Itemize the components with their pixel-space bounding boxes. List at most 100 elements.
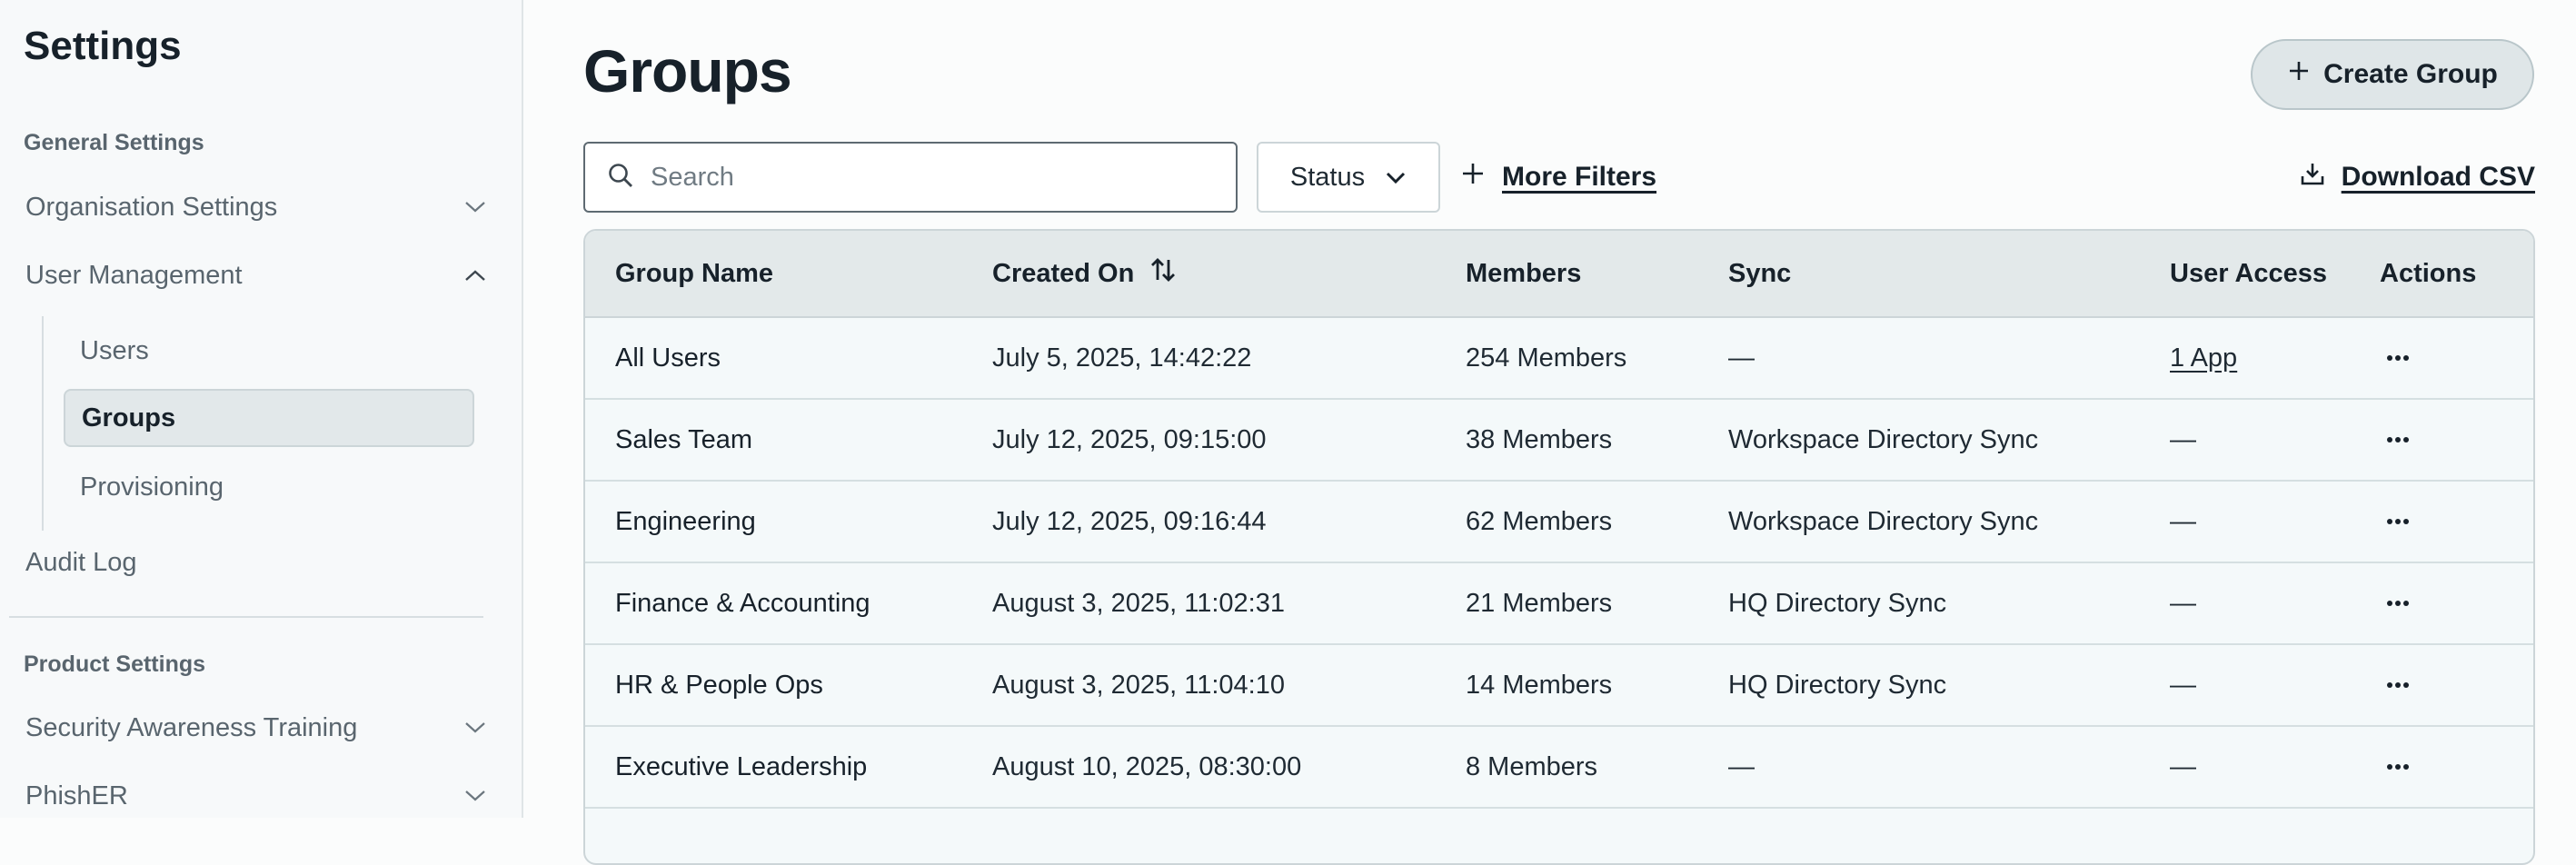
groups-table: Group Name Created On Members Sync User …: [583, 229, 2535, 865]
created-on: July 12, 2025, 09:15:00: [992, 424, 1267, 454]
sidebar-item-audit-log[interactable]: Audit Log: [25, 539, 489, 586]
table-row[interactable]: Engineering July 12, 2025, 09:16:44 62 M…: [585, 482, 2533, 563]
sidebar-item-groups[interactable]: Groups: [64, 389, 474, 447]
member-count: 21 Members: [1466, 588, 1613, 618]
member-count: 14 Members: [1466, 670, 1613, 700]
sidebar-item-label: Security Awareness Training: [25, 712, 358, 742]
column-header-members: Members: [1466, 258, 1582, 288]
table-row[interactable]: Sales Team July 12, 2025, 09:15:00 38 Me…: [585, 400, 2533, 482]
column-header-label: Created On: [992, 258, 1135, 288]
more-options-icon[interactable]: [2380, 503, 2416, 540]
download-csv-label: Download CSV: [2341, 162, 2535, 192]
product-settings-heading: Product Settings: [24, 651, 206, 677]
download-icon: [2300, 161, 2325, 194]
sort-icon[interactable]: [1149, 255, 1178, 292]
plus-icon: [1460, 161, 1486, 194]
row-actions: [2380, 318, 2416, 398]
sync-source: Workspace Directory Sync: [1728, 424, 2039, 454]
chevron-down-icon: [1385, 163, 1407, 193]
sidebar-item-label: Audit Log: [25, 547, 137, 577]
created-on: July 12, 2025, 09:16:44: [992, 506, 1267, 536]
sync-source: HQ Directory Sync: [1728, 670, 1947, 700]
general-settings-heading: General Settings: [24, 130, 204, 155]
row-actions: [2380, 482, 2416, 562]
member-count: 62 Members: [1466, 506, 1613, 536]
row-actions: [2380, 727, 2416, 807]
more-options-icon[interactable]: [2380, 340, 2416, 376]
created-on: August 3, 2025, 11:02:31: [992, 588, 1285, 618]
sidebar-title: Settings: [24, 24, 182, 68]
group-name[interactable]: Engineering: [615, 482, 756, 562]
table-row[interactable]: All Users July 5, 2025, 14:42:22 254 Mem…: [585, 318, 2533, 400]
row-actions: [2380, 400, 2416, 480]
member-count: 254 Members: [1466, 343, 1627, 373]
sidebar-item-label: Organisation Settings: [25, 192, 278, 222]
sidebar-item-users[interactable]: Users: [64, 322, 474, 380]
submenu-tree-line: [42, 316, 44, 531]
table-row[interactable]: Executive Leadership August 10, 2025, 08…: [585, 727, 2533, 809]
sidebar-item-label: PhishER: [25, 780, 128, 810]
member-count: 8 Members: [1466, 751, 1598, 781]
sidebar-divider: [9, 616, 483, 618]
page-title: Groups: [583, 37, 792, 104]
chevron-down-icon: [462, 194, 489, 221]
create-group-label: Create Group: [2323, 59, 2498, 89]
group-name[interactable]: All Users: [615, 318, 721, 398]
more-options-icon[interactable]: [2380, 667, 2416, 703]
column-header-created-on[interactable]: Created On: [992, 231, 1178, 316]
sidebar-item-organisation-settings[interactable]: Organisation Settings: [25, 184, 489, 231]
search-icon: [607, 162, 634, 194]
group-name[interactable]: Sales Team: [615, 400, 752, 480]
group-name[interactable]: Finance & Accounting: [615, 563, 870, 643]
sync-source: Workspace Directory Sync: [1728, 506, 2039, 536]
plus-icon: [2287, 59, 2311, 90]
created-on: August 10, 2025, 08:30:00: [992, 751, 1302, 781]
sync-source: HQ Directory Sync: [1728, 588, 1947, 618]
table-row[interactable]: HR & People Ops August 3, 2025, 11:04:10…: [585, 645, 2533, 727]
main-content: Groups Create Group Status More Filters …: [524, 0, 2576, 865]
user-access: —: [2170, 670, 2196, 700]
sidebar-item-user-management[interactable]: User Management: [25, 252, 489, 299]
user-access: 1 App: [2170, 318, 2237, 398]
member-count: 38 Members: [1466, 424, 1613, 454]
column-header-actions: Actions: [2380, 258, 2477, 288]
sync-source: —: [1728, 343, 1755, 373]
settings-sidebar: Settings General Settings Organisation S…: [0, 0, 523, 818]
created-on: August 3, 2025, 11:04:10: [992, 670, 1285, 700]
user-access: —: [2170, 506, 2196, 536]
create-group-button[interactable]: Create Group: [2251, 39, 2534, 110]
chevron-down-icon: [462, 782, 489, 810]
more-options-icon[interactable]: [2380, 749, 2416, 785]
sync-source: —: [1728, 751, 1755, 781]
column-header-sync: Sync: [1728, 258, 1792, 288]
chevron-down-icon: [462, 714, 489, 741]
status-filter-dropdown[interactable]: Status: [1257, 142, 1440, 213]
search-input[interactable]: [649, 161, 1216, 194]
status-filter-label: Status: [1289, 162, 1366, 192]
more-filters-button[interactable]: More Filters: [1460, 154, 1656, 200]
user-access: —: [2170, 588, 2196, 618]
more-options-icon[interactable]: [2380, 422, 2416, 458]
user-access: —: [2170, 424, 2196, 454]
more-options-icon[interactable]: [2380, 585, 2416, 621]
sidebar-item-provisioning[interactable]: Provisioning: [64, 458, 474, 516]
chevron-up-icon: [462, 262, 489, 289]
sidebar-item-label: Users: [80, 335, 149, 365]
row-actions: [2380, 563, 2416, 643]
user-access-link[interactable]: 1 App: [2170, 343, 2237, 373]
group-name[interactable]: Executive Leadership: [615, 727, 867, 807]
column-header-group-name[interactable]: Group Name: [615, 231, 773, 316]
table-row[interactable]: Finance & Accounting August 3, 2025, 11:…: [585, 563, 2533, 645]
search-box[interactable]: [583, 142, 1238, 213]
sidebar-item-label: User Management: [25, 260, 243, 290]
download-csv-button[interactable]: Download CSV: [2300, 154, 2535, 200]
row-actions: [2380, 645, 2416, 725]
more-filters-label: More Filters: [1502, 162, 1657, 192]
table-header: Group Name Created On Members Sync User …: [585, 231, 2533, 318]
sidebar-item-security-awareness-training[interactable]: Security Awareness Training: [25, 704, 489, 751]
sidebar-item-label: Groups: [82, 403, 176, 432]
created-on: July 5, 2025, 14:42:22: [992, 343, 1252, 373]
sidebar-item-phisher[interactable]: PhishER: [25, 772, 489, 820]
user-access: —: [2170, 751, 2196, 781]
group-name[interactable]: HR & People Ops: [615, 645, 823, 725]
